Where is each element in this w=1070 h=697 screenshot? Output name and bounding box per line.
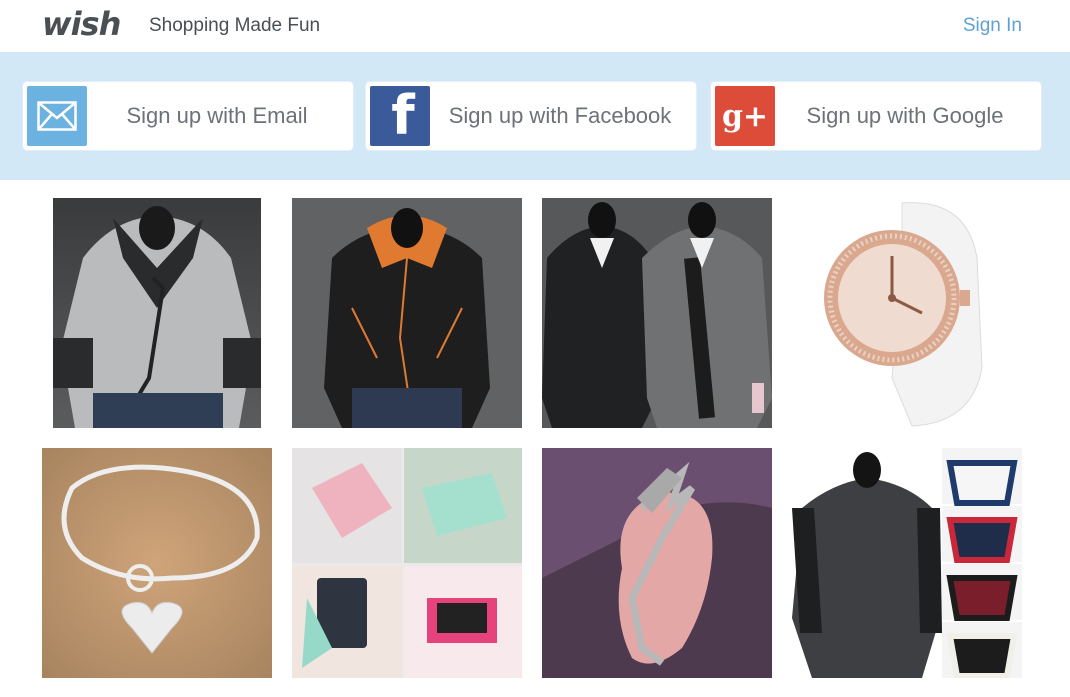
product-tile-black-orange-hoodie[interactable] [292,198,522,428]
tagline: Shopping Made Fun [149,15,321,36]
sign-in-link[interactable]: Sign In [963,15,1022,37]
envelope-icon [27,86,87,146]
google-plus-icon: g+ [715,86,775,146]
signup-google-button[interactable]: g+ Sign up with Google [711,82,1041,150]
signup-band: Sign up with Email f Sign up with Facebo… [0,52,1070,180]
facebook-icon: f [370,86,430,146]
product-tile-grey-zip-hoodie[interactable] [53,198,261,428]
signup-facebook-button[interactable]: f Sign up with Facebook [366,82,696,150]
product-tile-wallet-phone-case[interactable] [292,448,522,678]
product-tile-white-rose-gold-watch[interactable] [792,198,1022,428]
signup-google-label: Sign up with Google [806,103,1004,128]
logo-text: wish [42,5,121,43]
signup-email-label: Sign up with Email [126,103,308,128]
signup-email-button[interactable]: Sign up with Email [23,82,353,150]
product-tile-two-blazers[interactable] [542,198,772,428]
top-header: wish Shopping Made Fun Sign In [0,0,1070,52]
wish-logo[interactable]: wish [42,5,121,43]
product-tile-heart-lock-bracelet[interactable] [42,448,272,678]
signup-facebook-label: Sign up with Facebook [448,103,672,128]
product-tile-dragon-ear-cuff[interactable] [542,448,772,678]
product-tile-raglan-long-sleeve-shirt[interactable] [792,448,1022,678]
